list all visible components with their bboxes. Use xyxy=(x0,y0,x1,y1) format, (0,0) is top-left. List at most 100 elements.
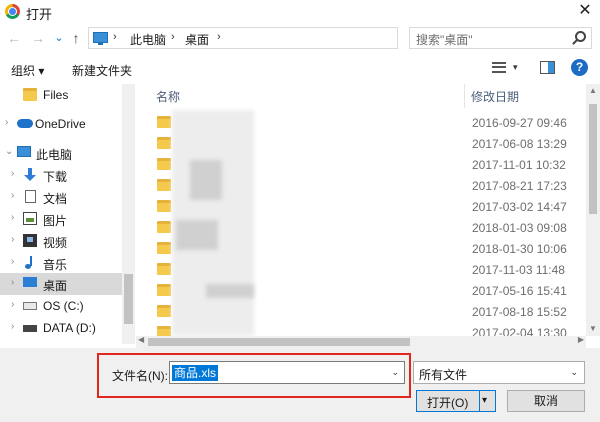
expand-arrow-icon[interactable]: › xyxy=(11,190,14,201)
folder-icon xyxy=(157,179,171,191)
column-header-name[interactable]: 名称 xyxy=(156,88,180,105)
drive-icon xyxy=(23,325,37,332)
expand-arrow-icon[interactable]: › xyxy=(11,321,14,332)
file-list-horizontal-scrollbar[interactable]: ◀ ▶ xyxy=(136,335,586,348)
drive-icon xyxy=(23,302,37,310)
back-button[interactable]: ← xyxy=(6,28,22,48)
file-type-select[interactable]: 所有文件 ⌄ xyxy=(413,361,585,384)
close-button[interactable]: ✕ xyxy=(570,0,600,24)
sidebar-item-videos[interactable]: › 视频 xyxy=(0,230,122,252)
highlight-annotation xyxy=(97,353,411,398)
navigation-pane: Files › OneDrive ⌄ 此电脑 › 下载 › 文档 › 图片 › … xyxy=(0,84,122,344)
expand-arrow-icon[interactable]: › xyxy=(11,168,14,179)
file-date: 2017-03-02 14:47 xyxy=(472,200,567,214)
forward-button[interactable]: → xyxy=(30,28,46,48)
music-icon xyxy=(23,256,37,269)
sidebar-item-drive-c[interactable]: › OS (C:) xyxy=(0,295,122,317)
folder-icon xyxy=(157,116,171,128)
sidebar-item-music[interactable]: › 音乐 xyxy=(0,252,122,274)
sidebar-item-label: 文档 xyxy=(43,192,68,206)
open-options-arrow-icon[interactable]: ▾ xyxy=(482,395,487,406)
expand-arrow-icon[interactable]: › xyxy=(11,256,14,267)
scroll-right-arrow-icon[interactable]: ▶ xyxy=(578,335,584,344)
video-icon xyxy=(23,234,37,247)
folder-icon xyxy=(157,158,171,170)
file-date: 2018-01-30 10:06 xyxy=(472,242,567,256)
view-dropdown-icon[interactable]: ▾ xyxy=(513,62,518,73)
folder-icon xyxy=(157,221,171,233)
collapse-arrow-icon[interactable]: ⌄ xyxy=(5,146,13,157)
folder-icon xyxy=(157,284,171,296)
scrollbar-thumb[interactable] xyxy=(589,104,597,214)
sidebar-item-label: OneDrive xyxy=(35,117,86,131)
new-folder-button[interactable]: 新建文件夹 xyxy=(72,62,132,79)
sidebar-item-drive-d[interactable]: › DATA (D:) xyxy=(0,317,122,339)
breadcrumb-this-pc[interactable]: 此电脑 xyxy=(130,31,166,48)
file-type-value: 所有文件 xyxy=(419,368,468,382)
breadcrumb-separator[interactable]: › xyxy=(217,31,221,43)
file-date: 2018-01-03 09:08 xyxy=(472,221,567,235)
file-date: 2017-08-18 15:52 xyxy=(472,305,567,319)
file-list-vertical-scrollbar[interactable]: ▲ ▼ xyxy=(586,84,600,336)
scrollbar-thumb[interactable] xyxy=(148,338,410,346)
expand-arrow-icon[interactable]: › xyxy=(11,277,14,288)
sidebar-item-desktop[interactable]: › 桌面 xyxy=(0,273,122,295)
sidebar-item-documents[interactable]: › 文档 xyxy=(0,186,122,208)
scroll-up-arrow-icon[interactable]: ▲ xyxy=(586,84,600,98)
blurred-filenames xyxy=(176,220,218,250)
sidebar-item-files[interactable]: Files xyxy=(0,84,122,106)
file-date: 2016-09-27 09:46 xyxy=(472,116,567,130)
navigation-scrollbar[interactable] xyxy=(122,84,135,344)
up-button[interactable]: ↑ xyxy=(68,28,84,48)
recent-locations-button[interactable]: ⌄ xyxy=(51,28,67,48)
folder-icon xyxy=(157,305,171,317)
title-bar: 打开 ✕ xyxy=(0,0,600,24)
scroll-left-arrow-icon[interactable]: ◀ xyxy=(138,335,144,344)
sidebar-item-pictures[interactable]: › 图片 xyxy=(0,208,122,230)
sidebar-item-this-pc[interactable]: ⌄ 此电脑 xyxy=(0,142,122,164)
folder-icon xyxy=(157,242,171,254)
sidebar-item-label: 桌面 xyxy=(43,279,68,293)
open-button-label[interactable]: 打开(O) xyxy=(427,394,468,411)
column-header-modified[interactable]: 修改日期 xyxy=(471,88,519,105)
expand-arrow-icon[interactable]: › xyxy=(11,212,14,223)
split-divider xyxy=(479,391,480,411)
folder-icon xyxy=(157,200,171,212)
file-date: 2017-06-08 13:29 xyxy=(472,137,567,151)
address-bar[interactable]: › 此电脑 › 桌面 › ⌄ ↻ xyxy=(88,27,482,49)
help-icon[interactable]: ? xyxy=(571,59,588,76)
folder-icon xyxy=(23,88,37,101)
download-icon xyxy=(23,168,37,181)
scrollbar-thumb[interactable] xyxy=(124,274,133,324)
organize-menu[interactable]: 组织 ▾ xyxy=(11,62,44,79)
breadcrumb-desktop[interactable]: 桌面 xyxy=(185,31,209,48)
sidebar-item-downloads[interactable]: › 下载 xyxy=(0,164,122,186)
search-box[interactable]: 搜索"桌面" xyxy=(409,27,592,49)
column-divider[interactable] xyxy=(464,84,465,108)
search-icon[interactable] xyxy=(575,31,586,42)
folder-icon xyxy=(157,263,171,275)
breadcrumb-separator[interactable]: › xyxy=(171,31,175,43)
chrome-app-icon xyxy=(5,4,20,19)
sidebar-item-label: Files xyxy=(43,88,69,102)
picture-icon xyxy=(23,212,37,225)
sidebar-item-onedrive[interactable]: › OneDrive xyxy=(0,113,122,135)
open-button[interactable]: 打开(O) ▾ xyxy=(416,390,496,412)
expand-arrow-icon[interactable]: › xyxy=(11,299,14,310)
view-options-icon[interactable] xyxy=(492,62,506,73)
desktop-icon xyxy=(23,277,37,287)
expand-arrow-icon[interactable]: › xyxy=(5,117,8,128)
this-pc-icon xyxy=(93,32,108,45)
scroll-down-arrow-icon[interactable]: ▼ xyxy=(586,322,600,336)
expand-arrow-icon[interactable]: › xyxy=(11,234,14,245)
sidebar-item-label: 下载 xyxy=(43,170,68,184)
preview-pane-icon[interactable] xyxy=(540,61,555,74)
breadcrumb-separator[interactable]: › xyxy=(113,31,117,43)
search-placeholder[interactable]: 搜索"桌面" xyxy=(416,31,473,48)
file-date: 2017-11-01 10:32 xyxy=(472,158,566,172)
sidebar-item-label: OS (C:) xyxy=(43,299,84,313)
chevron-down-icon[interactable]: ⌄ xyxy=(570,367,578,378)
sidebar-item-label: DATA (D:) xyxy=(43,321,96,335)
cancel-button[interactable]: 取消 xyxy=(507,390,585,412)
file-date: 2017-02-04 13:30 xyxy=(472,326,567,336)
